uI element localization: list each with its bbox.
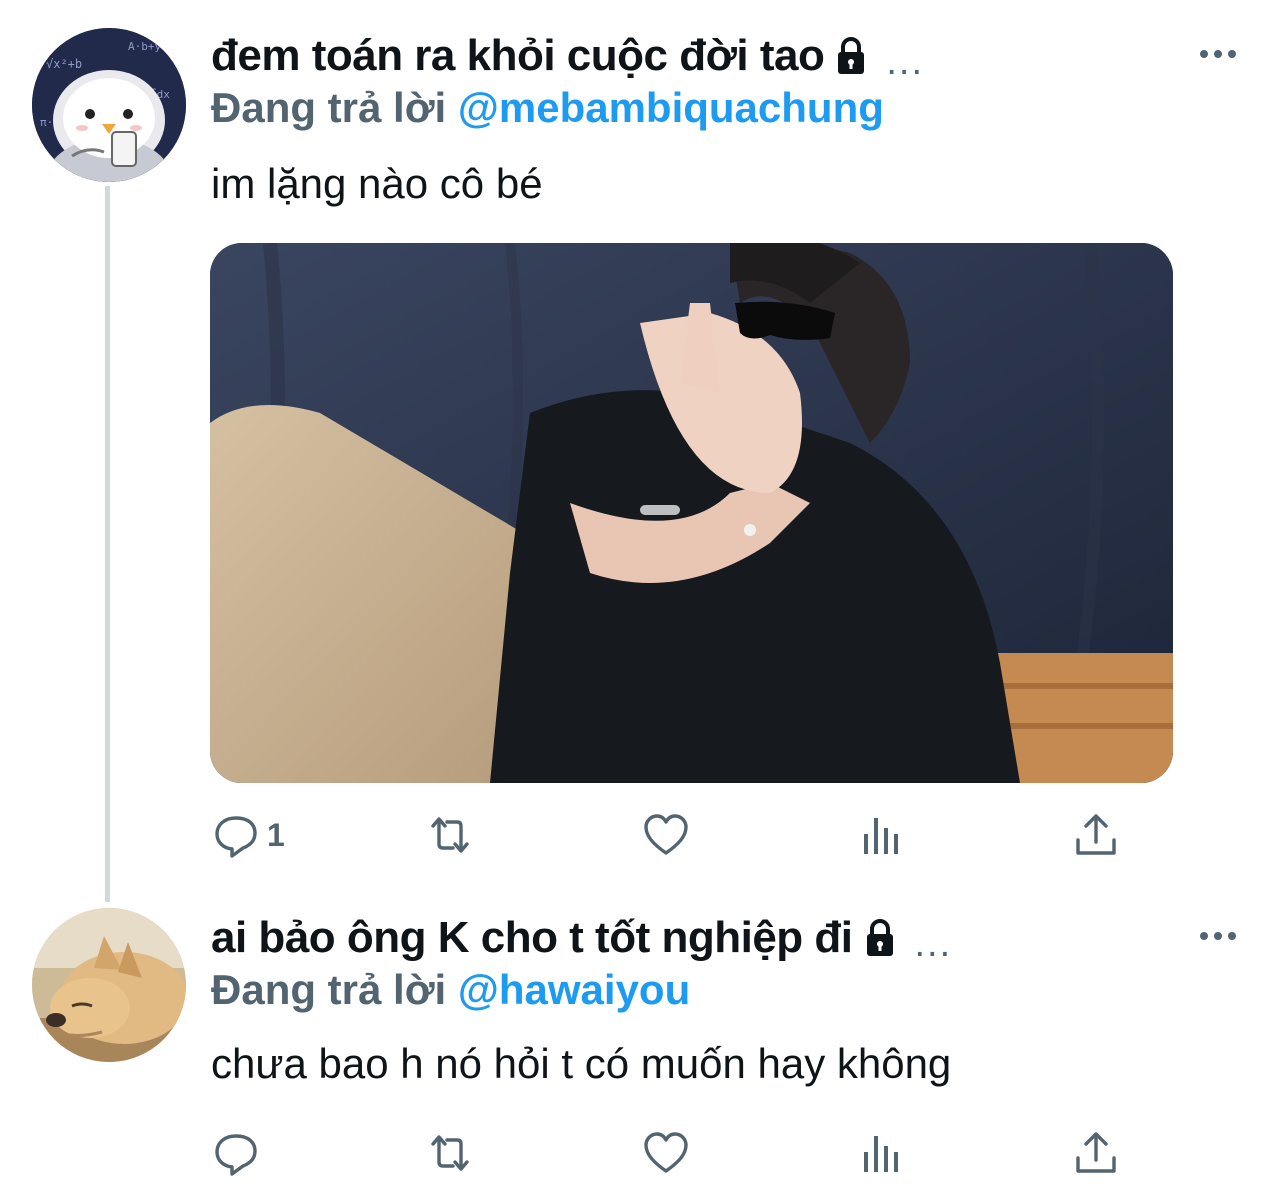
more-icon[interactable] bbox=[1198, 930, 1238, 942]
avatar[interactable] bbox=[32, 908, 186, 1062]
avatar[interactable]: √x²+b A·b+y ∫dx π·r bbox=[32, 28, 186, 182]
lock-icon bbox=[834, 36, 868, 76]
reply-button[interactable]: 1 bbox=[211, 810, 285, 860]
author-row: đem toán ra khỏi cuộc đời tao ... bbox=[211, 26, 924, 86]
tweet-photo bbox=[210, 243, 1173, 783]
retweet-button[interactable] bbox=[425, 1128, 475, 1178]
truncation-ellipsis: ... bbox=[886, 40, 925, 83]
penguin-avatar-image: √x²+b A·b+y ∫dx π·r bbox=[32, 28, 186, 182]
retweet-button[interactable] bbox=[425, 810, 475, 860]
share-button[interactable] bbox=[1071, 1128, 1121, 1178]
replying-to: Đang trả lời @mebambiquachung bbox=[211, 84, 884, 136]
reply-prefix: Đang trả lời bbox=[211, 966, 447, 1013]
views-icon bbox=[864, 818, 898, 854]
like-button[interactable] bbox=[641, 810, 691, 860]
dog-avatar-image bbox=[32, 908, 186, 1062]
tweet[interactable]: √x²+b A·b+y ∫dx π·r đem toán ra khỏi cuộ… bbox=[0, 0, 1284, 902]
like-button[interactable] bbox=[641, 1128, 691, 1178]
reply-handle-link[interactable]: @mebambiquachung bbox=[458, 84, 884, 131]
tweet-media[interactable] bbox=[210, 243, 1173, 783]
tweet-actions bbox=[211, 1128, 1141, 1178]
views-button[interactable] bbox=[856, 810, 906, 860]
more-icon[interactable] bbox=[1198, 48, 1238, 60]
share-icon bbox=[1076, 814, 1116, 855]
like-icon bbox=[644, 1132, 688, 1173]
reply-count: 1 bbox=[267, 816, 285, 853]
thread-line bbox=[105, 186, 110, 902]
retweet-icon bbox=[431, 1135, 469, 1171]
svg-text:A·b+y: A·b+y bbox=[128, 40, 161, 53]
author-row: ai bảo ông K cho t tốt nghiệp đi ... bbox=[211, 908, 952, 968]
reply-handle-link[interactable]: @hawaiyou bbox=[458, 966, 690, 1013]
tweet-text: chưa bao h nó hỏi t có muốn hay không bbox=[211, 1040, 952, 1087]
tweet[interactable]: ai bảo ông K cho t tốt nghiệp đi ... Đan… bbox=[0, 900, 1284, 1188]
display-name[interactable]: ai bảo ông K cho t tốt nghiệp đi bbox=[211, 913, 853, 963]
like-icon bbox=[644, 814, 688, 855]
truncation-ellipsis: ... bbox=[914, 922, 953, 965]
share-button[interactable] bbox=[1071, 810, 1121, 860]
views-icon bbox=[864, 1136, 898, 1172]
retweet-icon bbox=[431, 817, 469, 853]
tweet-text: im lặng nào cô bé bbox=[211, 160, 543, 207]
lock-icon bbox=[863, 918, 897, 958]
tweet-actions: 1 bbox=[211, 810, 1141, 860]
reply-icon bbox=[215, 1134, 257, 1176]
share-icon bbox=[1076, 1132, 1116, 1173]
reply-button[interactable] bbox=[211, 1128, 267, 1178]
reply-prefix: Đang trả lời bbox=[211, 84, 447, 131]
views-button[interactable] bbox=[856, 1128, 906, 1178]
svg-text:√x²+b: √x²+b bbox=[46, 57, 82, 71]
reply-icon bbox=[215, 816, 257, 858]
display-name[interactable]: đem toán ra khỏi cuộc đời tao bbox=[211, 31, 825, 81]
replying-to: Đang trả lời @hawaiyou bbox=[211, 966, 690, 1018]
